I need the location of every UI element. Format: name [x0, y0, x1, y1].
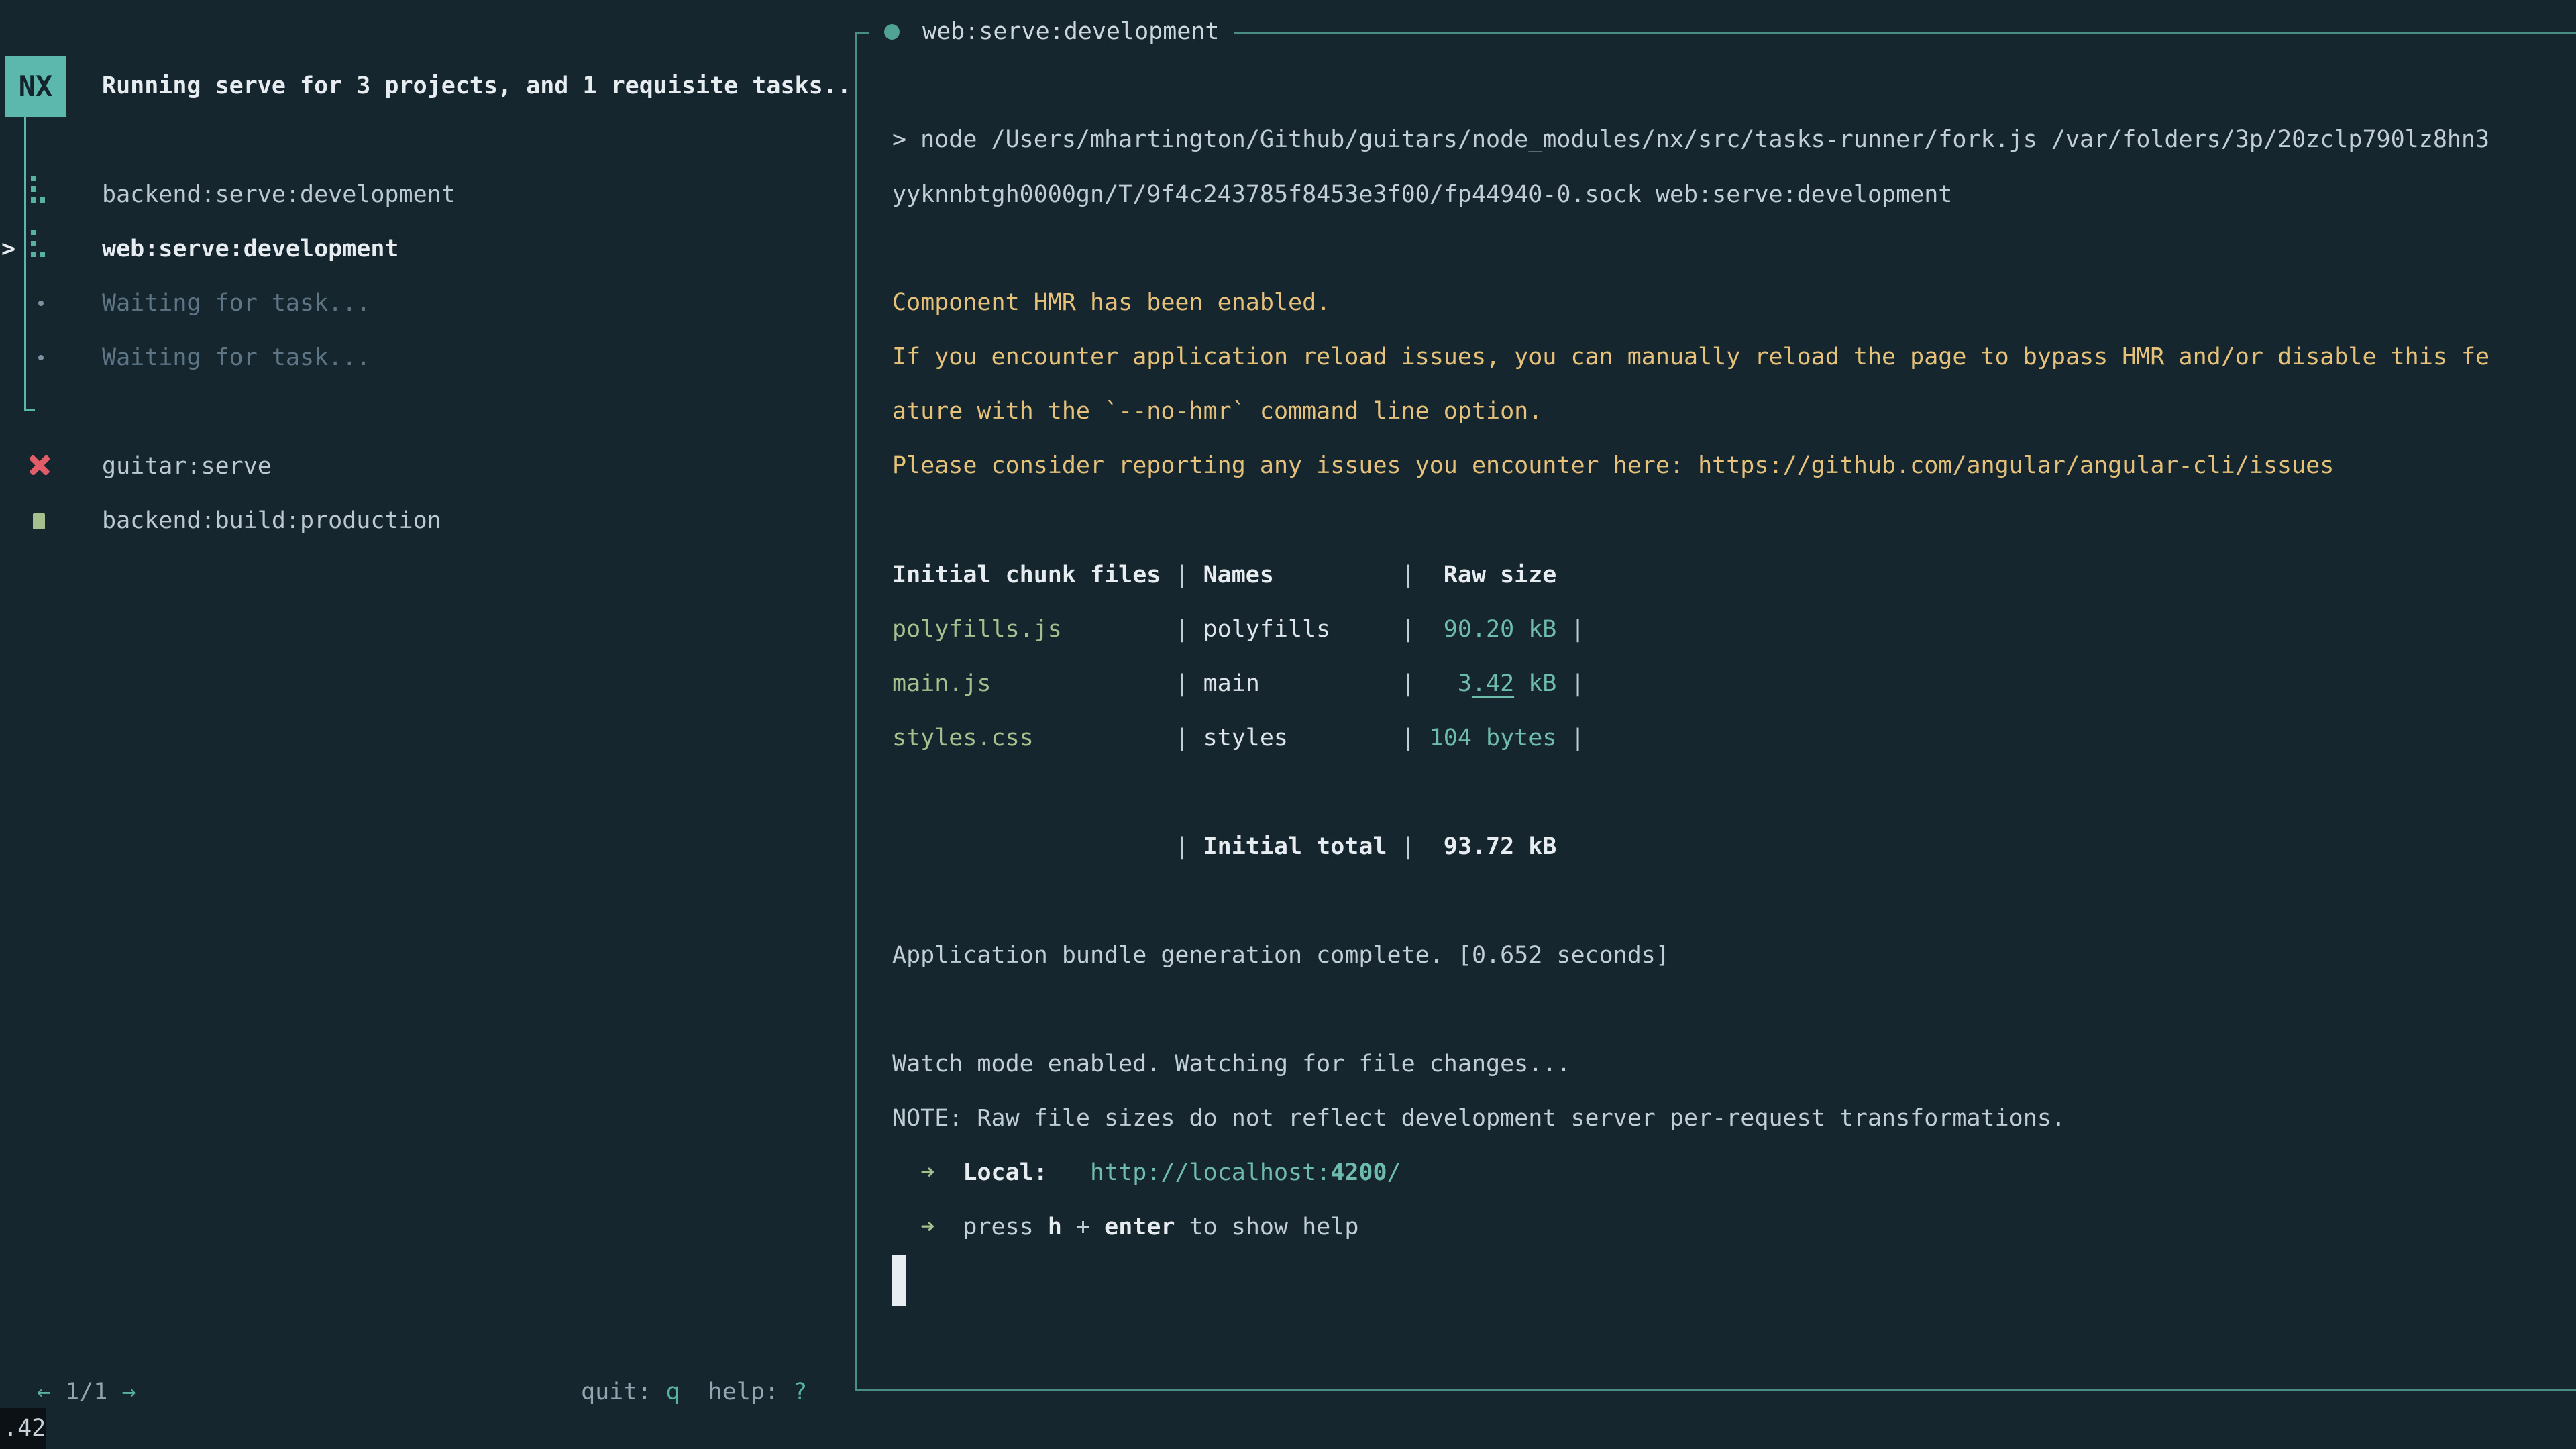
task-row-backend-serve[interactable]: backend:serve:development [102, 178, 455, 211]
column-separator: | [1175, 722, 1189, 754]
task-row-web-serve-selected[interactable]: web:serve:development [102, 233, 399, 265]
pager-current [51, 1379, 65, 1405]
task-row-waiting-2[interactable]: Waiting for task... [102, 341, 370, 374]
chunk-file: main.js [892, 667, 1175, 700]
column-separator: | [1175, 667, 1189, 700]
column-separator: | [1570, 722, 1585, 754]
panel-border-bottom [855, 1389, 2576, 1391]
note-line: NOTE: Raw file sizes do not reflect deve… [892, 1102, 2065, 1134]
press-label: press [963, 1214, 1033, 1240]
panel-title-bar: web:serve:development [869, 15, 1234, 48]
corner-overlay-badge: .42 [0, 1408, 46, 1449]
task-tree-guide-line [24, 114, 26, 409]
local-url-port: 4200 [1330, 1159, 1387, 1186]
panel-border-left [855, 32, 857, 1391]
col-header-names: Names [1203, 559, 1401, 591]
column-separator: | [1175, 559, 1189, 591]
chunk-name: main [1203, 667, 1401, 700]
hmr-warning-line: Component HMR has been enabled. [892, 286, 1330, 319]
hmr-warning-line: If you encounter application reload issu… [892, 341, 2489, 373]
panel-title: web:serve:development [922, 18, 1220, 45]
quit-key[interactable]: q [665, 1379, 680, 1405]
arrow-icon: ➜ [920, 1214, 934, 1240]
keyboard-shortcuts: quit: q help: ? [581, 1376, 807, 1408]
selected-task-caret: > [1, 233, 15, 265]
hmr-warning-line: Please consider reporting any issues you… [892, 449, 2334, 482]
success-square-icon [33, 513, 45, 529]
column-separator: | [1401, 722, 1415, 754]
watch-mode-line: Watch mode enabled. Watching for file ch… [892, 1048, 1570, 1080]
running-status-dot-icon [884, 24, 900, 40]
chunk-file: polyfills.js [892, 613, 1175, 645]
chunk-size: 90.20 kB [1430, 613, 1557, 645]
task-tree-guide-corner [24, 409, 35, 411]
help-hint-line: ➜ press h + enter to show help [892, 1211, 1358, 1243]
column-separator: | [1401, 667, 1415, 700]
help-hint-rest: to show help [1189, 1214, 1359, 1240]
local-url[interactable]: http://localhost:4200/ [1090, 1159, 1401, 1186]
nx-terminal-ui: { "colors": { "background": "#16262f", "… [0, 0, 2576, 1449]
spinner-icon [31, 176, 45, 203]
column-separator: | [1401, 830, 1415, 863]
local-label: Local: [963, 1159, 1047, 1186]
pager-prev-icon[interactable]: ← [37, 1379, 51, 1405]
chunk-name: polyfills [1203, 613, 1401, 645]
terminal-cursor[interactable] [892, 1255, 906, 1306]
col-header-files: Initial chunk files [892, 559, 1175, 591]
chunk-size-underlined: .42 [1472, 670, 1514, 697]
waiting-dot-icon [38, 355, 44, 360]
sidebar-header: Running serve for 3 projects, and 1 requ… [102, 70, 851, 102]
total-label: Initial total [1203, 830, 1401, 863]
column-separator: | [1175, 830, 1189, 863]
column-separator: | [1570, 613, 1585, 645]
pager-next-icon[interactable]: → [121, 1379, 136, 1405]
command-line-2: yyknnbtgh0000gn/T/9f4c243785f8453e3f00/f… [892, 178, 1952, 211]
arrow-icon: ➜ [920, 1159, 934, 1186]
help-label: help: [708, 1379, 779, 1405]
failed-cross-icon [30, 455, 50, 475]
column-separator: | [1570, 667, 1585, 700]
pager-label: 1/1 [65, 1379, 107, 1405]
pager: ← 1/1 → [37, 1376, 136, 1408]
hmr-warning-line: ature with the `--no-hmr` command line o… [892, 395, 1542, 427]
total-size: 93.72 kB [1430, 830, 1557, 863]
chunk-file: styles.css [892, 722, 1175, 754]
chunk-size: 104 bytes [1430, 722, 1557, 754]
command-line-1: > node /Users/mhartington/Github/guitars… [892, 123, 2489, 156]
column-separator: | [1175, 613, 1189, 645]
key-h: h [1048, 1214, 1062, 1240]
chunk-table-row: main.js| main| 3.42 kB | [892, 667, 1585, 700]
task-row-waiting-1[interactable]: Waiting for task... [102, 287, 370, 319]
chunk-name: styles [1203, 722, 1401, 754]
key-enter: enter [1104, 1214, 1175, 1240]
task-row-guitar-serve[interactable]: guitar:serve [102, 450, 272, 482]
chunk-table-row: polyfills.js| polyfills| 90.20 kB | [892, 613, 1585, 645]
quit-label: quit: [581, 1379, 651, 1405]
local-server-line: ➜ Local: http://localhost:4200/ [892, 1157, 1401, 1189]
column-separator: | [1401, 613, 1415, 645]
bundle-complete-line: Application bundle generation complete. … [892, 939, 1670, 971]
task-row-backend-build[interactable]: backend:build:production [102, 504, 441, 537]
col-header-size: Raw size [1430, 559, 1557, 591]
help-key[interactable]: ? [793, 1379, 807, 1405]
plus-sign: + [1076, 1214, 1090, 1240]
chunk-size: 3.42 kB [1430, 667, 1557, 700]
column-separator: | [1401, 559, 1415, 591]
waiting-dot-icon [38, 301, 44, 306]
chunk-table-row: styles.css| styles| 104 bytes | [892, 722, 1585, 754]
chunk-table-header: Initial chunk files| Names| Raw size [892, 559, 1556, 591]
chunk-table-total-row: | Initial total| 93.72 kB [892, 830, 1556, 863]
spinner-icon [31, 230, 45, 258]
nx-logo-badge: NX [5, 56, 66, 117]
